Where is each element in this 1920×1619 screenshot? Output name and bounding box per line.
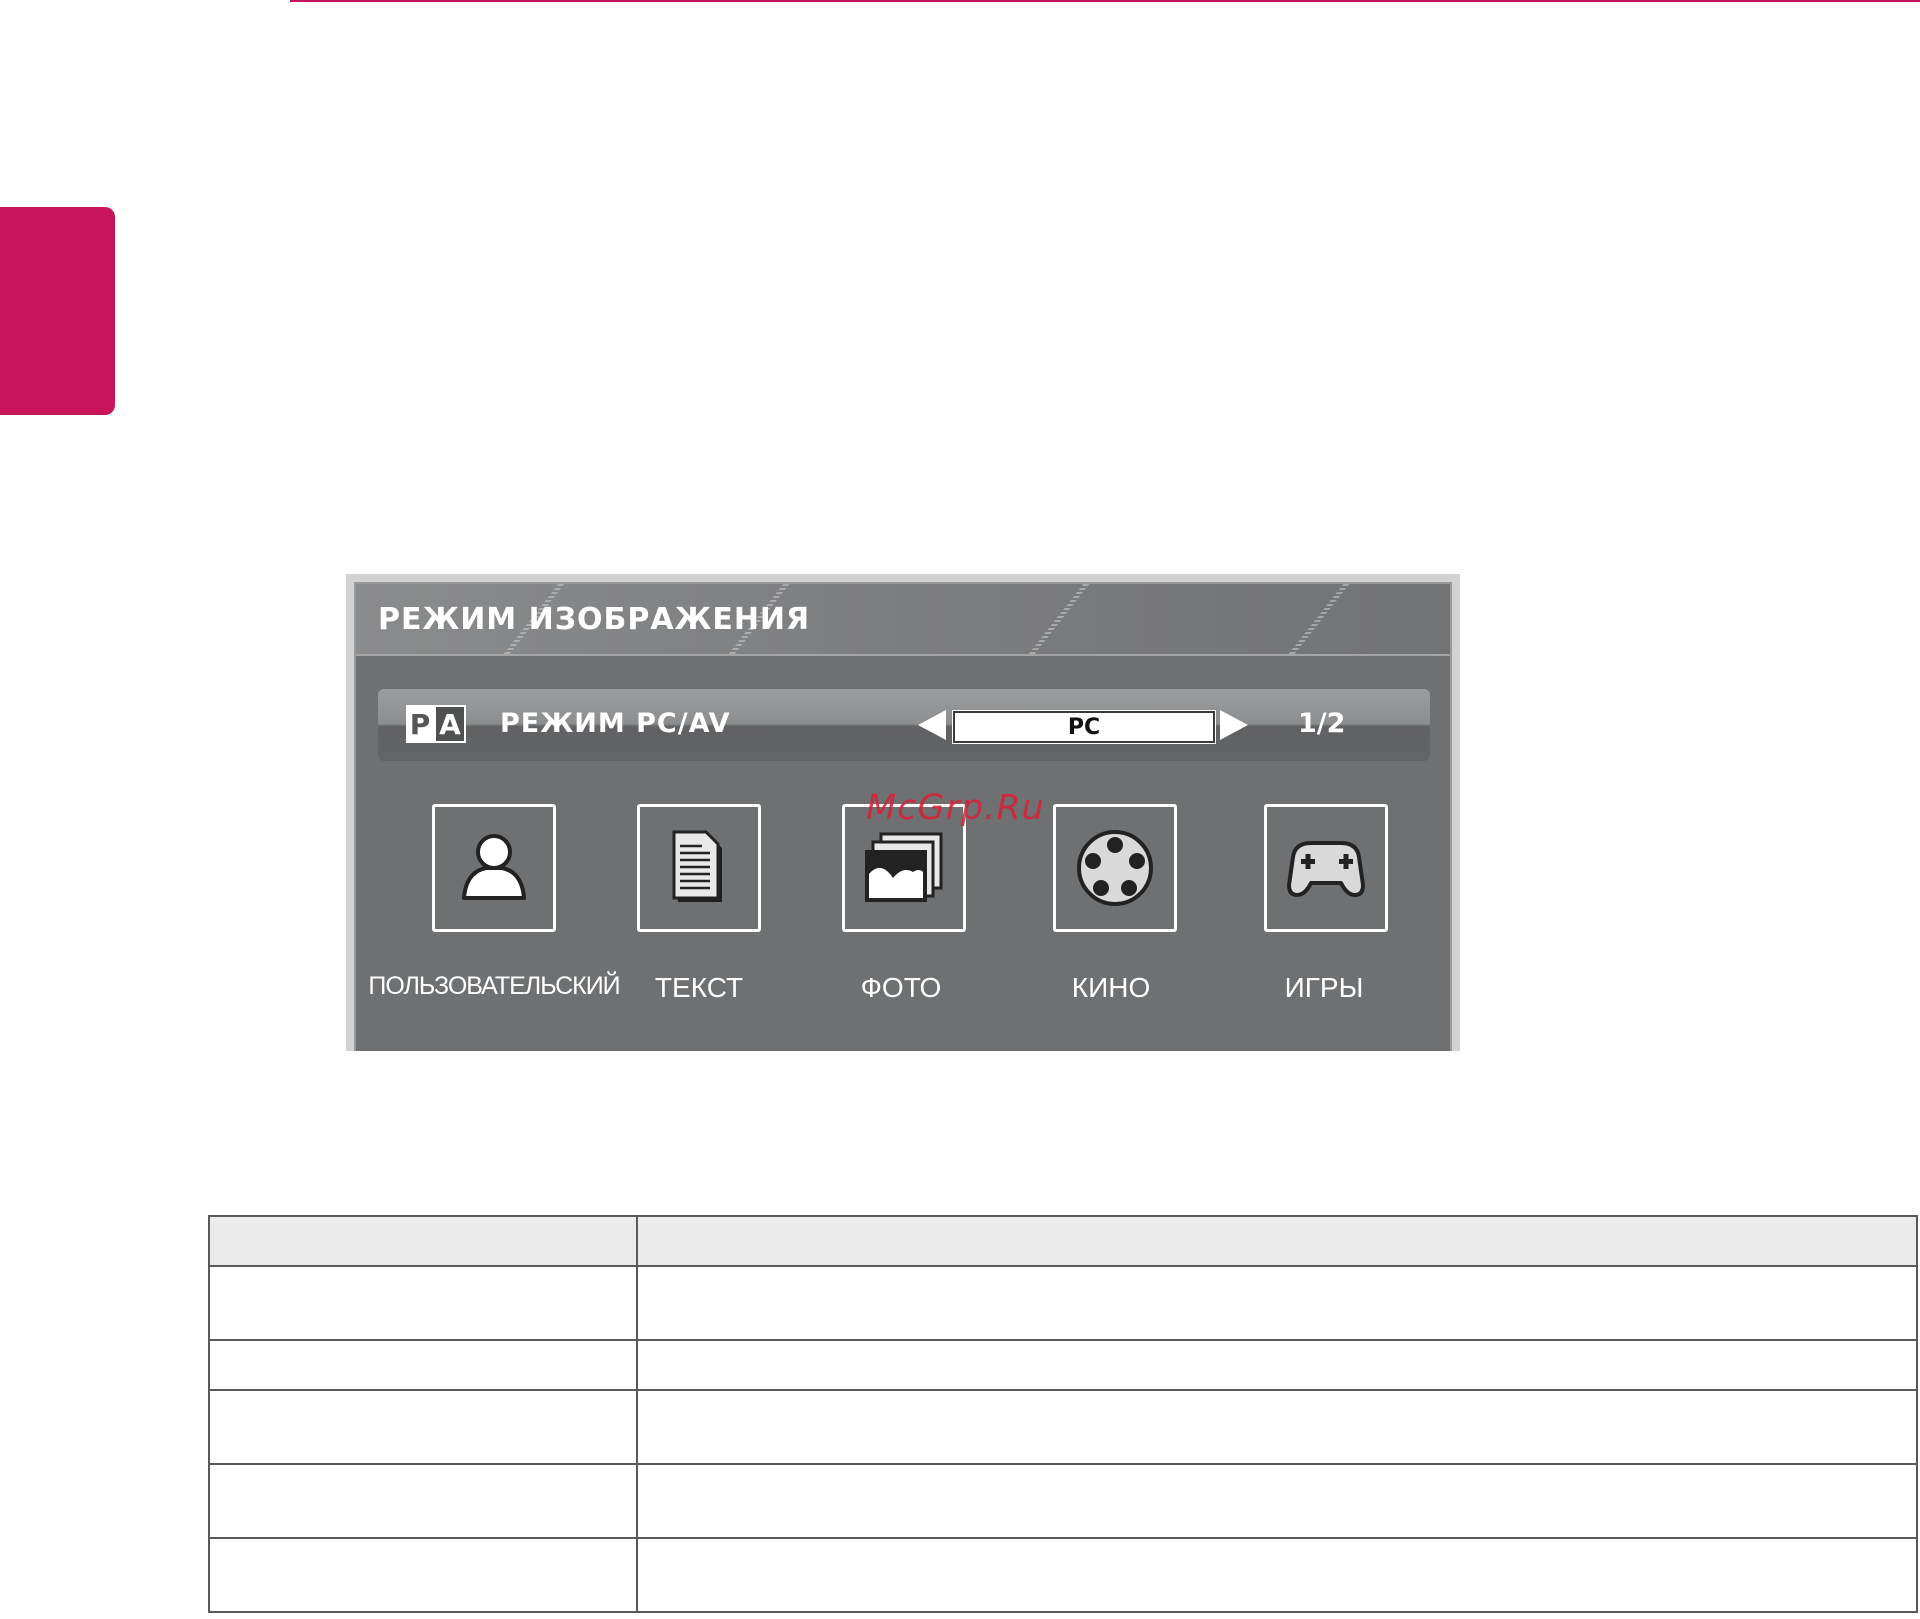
table-row: [208, 1265, 1918, 1341]
pa-icon-a: A: [434, 705, 466, 743]
mode-user-label: ПОЛЬЗОВАТЕЛЬСКИЙ: [368, 972, 620, 1000]
arrow-left-icon[interactable]: [918, 710, 946, 740]
top-accent-line: [290, 0, 1920, 2]
table-header-row: [208, 1215, 1918, 1267]
side-section-tab: [0, 207, 115, 415]
pc-av-mode-value[interactable]: PC: [953, 711, 1215, 743]
description-table: [208, 1215, 1918, 1613]
osd-title-bar: РЕЖИМ ИЗОБРАЖЕНИЯ: [356, 584, 1450, 656]
photo-icon: [865, 832, 943, 902]
table-row: [208, 1537, 1918, 1613]
table-row: [208, 1389, 1918, 1465]
table-row: [208, 1339, 1918, 1391]
mode-movie-label: КИНО: [1071, 972, 1151, 1003]
user-icon: [462, 834, 526, 900]
table-row: [208, 1463, 1918, 1539]
page-indicator: 1/2: [1298, 708, 1346, 739]
osd-title: РЕЖИМ ИЗОБРАЖЕНИЯ: [378, 602, 811, 637]
film-reel-icon: [1077, 830, 1153, 906]
mode-photo-label: ФОТО: [860, 972, 942, 1003]
gamepad-icon: [1287, 841, 1365, 897]
document-icon: [672, 830, 722, 902]
arrow-right-icon[interactable]: [1220, 710, 1248, 740]
mode-games-button[interactable]: [1264, 804, 1388, 932]
mode-movie-button[interactable]: [1053, 804, 1177, 932]
mode-text-button[interactable]: [637, 804, 761, 932]
pc-av-mode-row[interactable]: P A РЕЖИМ PC/AV PC 1/2: [378, 689, 1430, 761]
mode-user-button[interactable]: [432, 804, 556, 932]
mode-text-label: ТЕКСТ: [654, 972, 744, 1003]
mode-games-label: ИГРЫ: [1284, 972, 1364, 1003]
watermark: McGrp.Ru: [866, 788, 1045, 828]
pa-icon: P A: [406, 705, 466, 743]
pa-icon-p: P: [406, 705, 434, 743]
pc-av-mode-label: РЕЖИМ PC/AV: [500, 708, 731, 739]
